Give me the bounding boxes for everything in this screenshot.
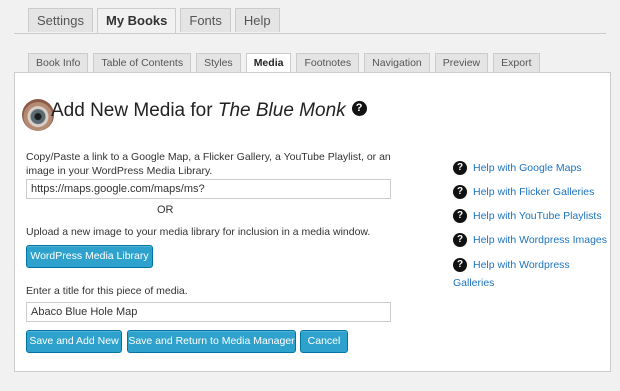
intro-text: Copy/Paste a link to a Google Map, a Fli… <box>26 151 391 177</box>
book-title: The Blue Monk <box>217 100 346 121</box>
tab-divider <box>14 33 606 34</box>
save-and-return-button[interactable]: Save and Return to Media Manager <box>127 330 296 353</box>
media-url-input[interactable]: https://maps.google.com/maps/ms?msid=200… <box>26 179 391 199</box>
help-link-wordpress-images[interactable]: Help with Wordpress Images <box>473 234 607 246</box>
save-and-add-new-button[interactable]: Save and Add New <box>26 330 122 353</box>
question-circle-icon[interactable]: ? <box>351 101 367 117</box>
tab-help[interactable]: Help <box>234 8 280 32</box>
subtab-table-of-contents[interactable]: Table of Contents <box>93 53 192 72</box>
help-item-flicker-galleries: ? Help with Flicker Galleries <box>453 183 594 201</box>
subtab-footnotes[interactable]: Footnotes <box>296 53 360 72</box>
wordpress-media-library-button[interactable]: WordPress Media Library <box>26 245 153 268</box>
subtab-media[interactable]: Media <box>245 53 292 73</box>
media-title-input[interactable]: Abaco Blue Hole Map <box>26 302 391 322</box>
media-panel: Add New Media for The Blue Monk? Copy/Pa… <box>14 72 611 372</box>
subtab-navigation[interactable]: Navigation <box>364 53 430 72</box>
question-circle-icon: ? <box>453 257 467 272</box>
tab-my-books[interactable]: My Books <box>96 8 177 34</box>
help-link-google-maps[interactable]: Help with Google Maps <box>473 162 582 174</box>
top-tab-bar: Settings My Books Fonts Help <box>28 8 284 34</box>
or-separator: OR <box>157 204 174 216</box>
question-circle-icon: ? <box>453 160 467 175</box>
help-link-flicker-galleries[interactable]: Help with Flicker Galleries <box>473 186 594 198</box>
help-item-wordpress-galleries: ? Help with Wordpress Galleries <box>453 256 610 292</box>
help-link-wordpress-galleries[interactable]: Help with Wordpress Galleries <box>453 259 570 289</box>
help-item-youtube-playlists: ? Help with YouTube Playlists <box>453 207 602 225</box>
help-link-youtube-playlists[interactable]: Help with YouTube Playlists <box>473 210 602 222</box>
tab-settings[interactable]: Settings <box>28 8 93 32</box>
question-circle-icon: ? <box>453 208 467 223</box>
tab-fonts[interactable]: Fonts <box>180 8 231 32</box>
question-circle-icon: ? <box>453 232 467 247</box>
title-label: Enter a title for this piece of media. <box>26 285 188 297</box>
help-item-google-maps: ? Help with Google Maps <box>453 159 582 177</box>
eye-avatar-icon <box>22 99 54 131</box>
help-item-wordpress-images: ? Help with Wordpress Images <box>453 231 607 249</box>
sub-tab-bar: Book Info Table of Contents Styles Media… <box>28 53 545 73</box>
page-title: Add New Media for The Blue Monk? <box>51 100 367 122</box>
subtab-export[interactable]: Export <box>493 53 540 72</box>
question-circle-icon: ? <box>453 184 467 199</box>
page-title-prefix: Add New Media for <box>51 100 218 121</box>
subtab-styles[interactable]: Styles <box>196 53 241 72</box>
subtab-book-info[interactable]: Book Info <box>28 53 89 72</box>
cancel-button[interactable]: Cancel <box>300 330 348 353</box>
subtab-preview[interactable]: Preview <box>434 53 489 72</box>
upload-text: Upload a new image to your media library… <box>26 226 371 238</box>
